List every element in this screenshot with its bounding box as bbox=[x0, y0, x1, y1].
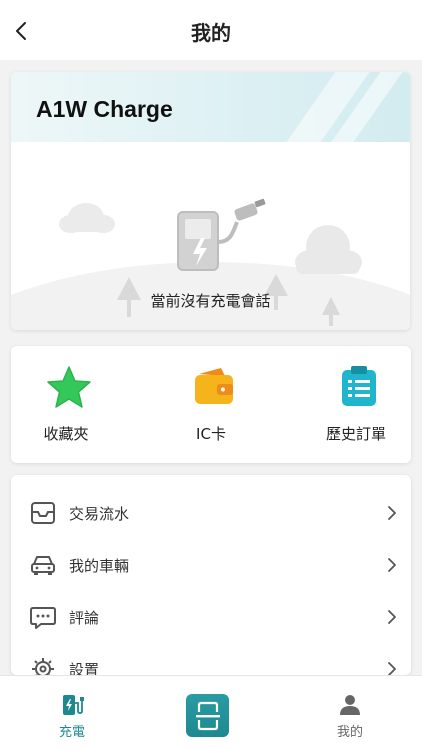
chevron-right-icon bbox=[388, 662, 396, 675]
menu-label-settings: 設置 bbox=[69, 661, 100, 675]
bottom-tab-bar: 充電 我的 bbox=[0, 675, 422, 750]
tab-label-mine: 我的 bbox=[336, 725, 363, 740]
chevron-right-icon bbox=[388, 558, 396, 572]
car-icon bbox=[31, 556, 55, 575]
ev-charger-icon bbox=[177, 198, 266, 271]
clipboard-icon bbox=[342, 366, 376, 406]
settings-menu-card: 交易流水 我的車輛 評論 設置 bbox=[11, 475, 411, 675]
menu-label-comments: 評論 bbox=[69, 609, 100, 627]
charging-session-card: A1W Charge 當前沒有充電會話 bbox=[11, 72, 410, 330]
gear-icon bbox=[32, 658, 54, 675]
star-icon bbox=[47, 366, 91, 408]
wallet-icon bbox=[195, 368, 233, 404]
app-header: 我的 bbox=[0, 0, 422, 60]
menu-item-my-vehicles[interactable]: 我的車輛 bbox=[11, 539, 411, 591]
menu-label-my-vehicles: 我的車輛 bbox=[69, 557, 130, 575]
scan-button[interactable] bbox=[186, 694, 229, 737]
tab-mine[interactable]: 我的 bbox=[308, 676, 392, 750]
chevron-right-icon bbox=[388, 610, 396, 624]
favorites-label: 收藏夾 bbox=[43, 425, 89, 443]
page-title: 我的 bbox=[191, 21, 231, 45]
ic-card-button[interactable]: IC卡 bbox=[156, 346, 266, 463]
comment-icon bbox=[30, 607, 56, 629]
order-history-button[interactable]: 歷史訂單 bbox=[301, 346, 411, 463]
chevron-right-icon bbox=[388, 506, 396, 520]
quick-actions-card: 收藏夾 IC卡 歷史訂單 bbox=[11, 346, 411, 463]
person-icon bbox=[340, 695, 360, 715]
order-history-label: 歷史訂單 bbox=[325, 425, 386, 443]
menu-item-comments[interactable]: 評論 bbox=[11, 591, 411, 643]
menu-item-settings[interactable]: 設置 bbox=[11, 643, 411, 675]
brand-banner: A1W Charge bbox=[11, 72, 410, 152]
menu-item-transactions[interactable]: 交易流水 bbox=[11, 487, 411, 539]
cloud-icon bbox=[295, 225, 362, 274]
favorites-button[interactable]: 收藏夾 bbox=[11, 346, 121, 463]
tab-label-charging: 充電 bbox=[58, 725, 85, 740]
brand-name: A1W Charge bbox=[36, 96, 173, 122]
tab-charging[interactable]: 充電 bbox=[30, 676, 114, 750]
charging-icon bbox=[63, 695, 84, 715]
no-session-text: 當前沒有充電會話 bbox=[150, 292, 271, 310]
transactions-icon bbox=[31, 502, 55, 524]
ic-card-label: IC卡 bbox=[196, 425, 226, 443]
cloud-icon bbox=[59, 203, 115, 233]
scan-icon bbox=[195, 701, 220, 730]
menu-label-transactions: 交易流水 bbox=[69, 505, 130, 523]
